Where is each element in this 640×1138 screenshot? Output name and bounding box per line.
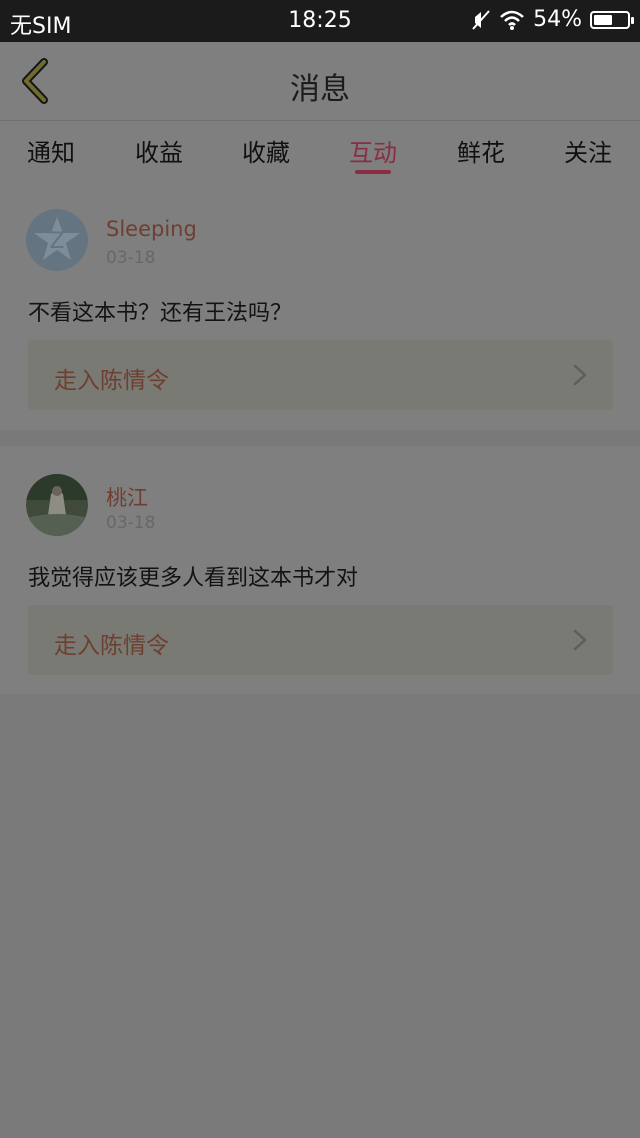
battery-percent: 54% xyxy=(533,7,582,32)
message-date: 03-18 xyxy=(106,248,156,268)
chevron-right-icon xyxy=(573,629,587,651)
username[interactable]: 桃江 xyxy=(106,482,148,512)
empty-area xyxy=(0,694,640,1138)
mute-icon xyxy=(472,9,490,30)
wifi-icon xyxy=(500,10,524,30)
book-link-label: 走入陈情令 xyxy=(54,368,169,394)
battery-icon xyxy=(590,10,634,29)
book-link[interactable]: 走入陈情令 xyxy=(28,340,613,410)
tab-bar: 通知 收益 收藏 互动 鲜花 关注 xyxy=(0,120,640,181)
page-title: 消息 xyxy=(290,72,350,107)
tab-following[interactable]: 关注 xyxy=(540,133,636,168)
book-link[interactable]: 走入陈情令 xyxy=(28,605,613,675)
status-icons: 54% xyxy=(471,7,634,32)
header: 消息 xyxy=(0,42,640,120)
username[interactable]: Sleeping xyxy=(106,217,197,241)
tab-flowers[interactable]: 鲜花 xyxy=(433,133,529,168)
tab-interactions[interactable]: 互动 xyxy=(325,133,421,168)
comment-text: 我觉得应该更多人看到这本书才对 xyxy=(28,566,359,591)
tab-notifications[interactable]: 通知 xyxy=(3,133,99,168)
section-divider xyxy=(0,430,640,446)
book-link-label: 走入陈情令 xyxy=(54,633,169,659)
status-bar: 无SIM 18:25 54% xyxy=(0,0,640,42)
comment-text: 不看这本书？还有王法吗？ xyxy=(28,301,293,326)
default-avatar-icon[interactable]: Z xyxy=(26,209,88,271)
message-card: Z Sleeping 03-18 不看这本书？还有王法吗？ 走入陈情令 xyxy=(0,181,640,430)
active-tab-indicator xyxy=(355,170,391,174)
chevron-right-icon xyxy=(573,364,587,386)
tab-favorites[interactable]: 收藏 xyxy=(218,133,314,168)
tab-earnings[interactable]: 收益 xyxy=(111,133,207,168)
message-date: 03-18 xyxy=(106,513,156,533)
svg-text:Z: Z xyxy=(49,229,64,254)
message-card: 桃江 03-18 我觉得应该更多人看到这本书才对 走入陈情令 xyxy=(0,446,640,694)
user-photo-avatar[interactable] xyxy=(26,474,88,536)
